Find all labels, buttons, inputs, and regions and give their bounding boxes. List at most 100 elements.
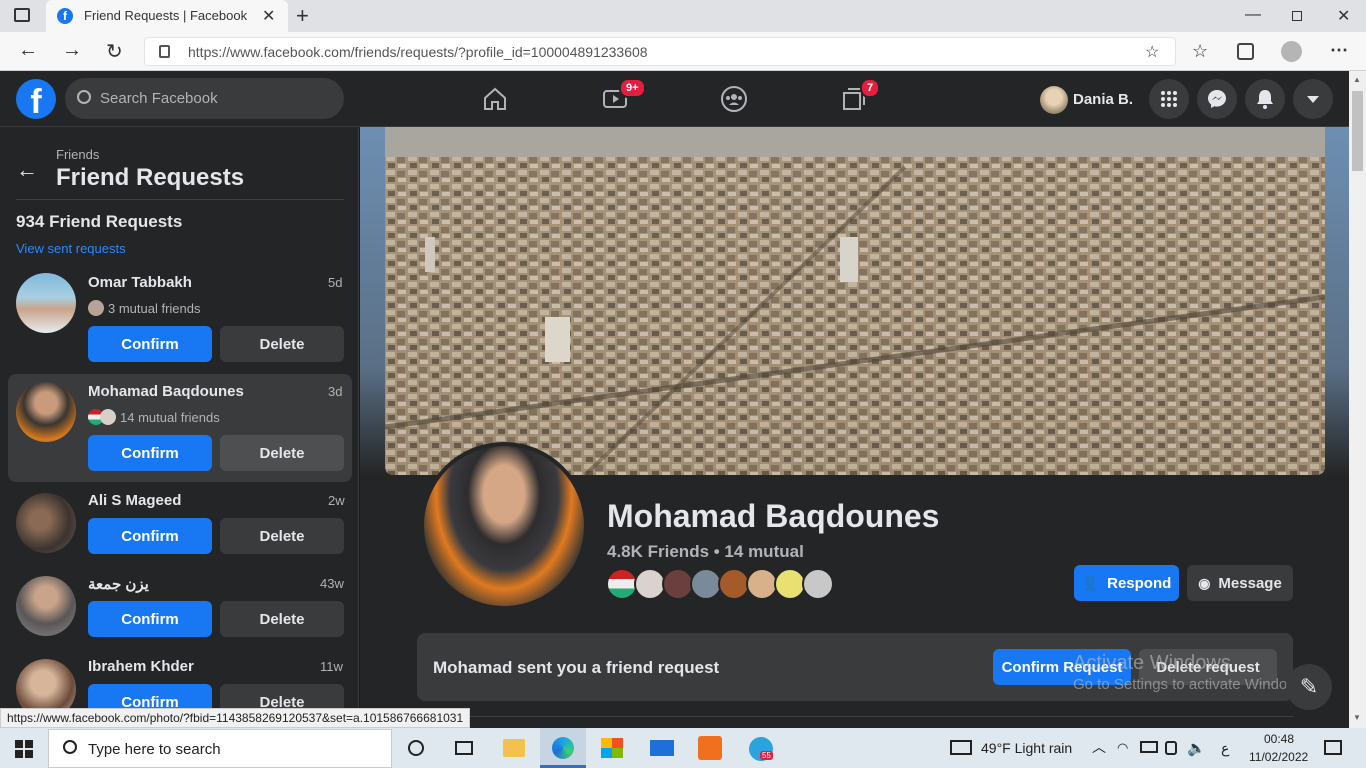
respond-button[interactable]: 👤 Respond bbox=[1074, 565, 1179, 601]
store-icon[interactable] bbox=[601, 738, 623, 758]
delete-button[interactable]: Delete bbox=[220, 684, 344, 710]
favorites-icon[interactable]: ☆ bbox=[1192, 41, 1208, 62]
confirm-button[interactable]: Confirm bbox=[88, 326, 212, 362]
profile-picture[interactable] bbox=[420, 442, 588, 610]
request-item[interactable]: Omar Tabbakh 5d 3 mutual friends Confirm… bbox=[8, 265, 352, 373]
weather-icon[interactable] bbox=[950, 740, 972, 755]
request-avatar[interactable] bbox=[16, 576, 76, 636]
windows-start-icon[interactable] bbox=[15, 740, 33, 758]
back-icon[interactable]: ← bbox=[18, 39, 38, 62]
scrollbar[interactable]: ▲ ▼ bbox=[1349, 71, 1366, 728]
request-name[interactable]: Omar Tabbakh bbox=[88, 274, 192, 291]
request-item-selected[interactable]: Mohamad Baqdounes 3d 14 mutual friends C… bbox=[8, 374, 352, 482]
request-name[interactable]: Ibrahem Khder bbox=[88, 658, 194, 675]
cover-photo[interactable] bbox=[385, 127, 1325, 475]
mutual-friends[interactable]: 3 mutual friends bbox=[108, 301, 201, 316]
message-button[interactable]: ◉ Message bbox=[1187, 565, 1293, 601]
profile-name: Mohamad Baqdounes bbox=[607, 498, 940, 534]
clock-time[interactable]: 00:48 bbox=[1264, 732, 1294, 746]
refresh-icon[interactable]: ↻ bbox=[106, 39, 123, 64]
messenger-button[interactable] bbox=[1197, 79, 1237, 119]
account-button[interactable] bbox=[1293, 79, 1333, 119]
profile-shortcut[interactable]: Dania B. bbox=[1036, 82, 1140, 118]
address-bar[interactable]: https://www.facebook.com/friends/request… bbox=[144, 37, 1176, 66]
grid-menu-icon bbox=[1161, 91, 1177, 107]
tab-title: Friend Requests | Facebook bbox=[84, 8, 248, 23]
speaker-icon[interactable]: 🔈 bbox=[1187, 739, 1206, 757]
mutual-friends[interactable]: 14 mutual friends bbox=[120, 410, 220, 425]
request-item[interactable]: Ibrahem Khder 11w Confirm Delete bbox=[8, 649, 352, 710]
file-explorer-icon[interactable] bbox=[503, 739, 525, 757]
activate-windows-title: Activate Windows bbox=[1073, 652, 1231, 674]
city-cover-image bbox=[385, 127, 1325, 475]
favorite-star-icon[interactable]: ☆ bbox=[1145, 42, 1159, 62]
task-view-icon[interactable] bbox=[455, 741, 473, 755]
search-placeholder: Search Facebook bbox=[100, 90, 218, 107]
device-icon[interactable] bbox=[1165, 741, 1177, 755]
facebook-logo-icon[interactable]: f bbox=[16, 79, 56, 121]
delete-button[interactable]: Delete bbox=[220, 435, 344, 471]
tab-actions-icon[interactable] bbox=[14, 8, 30, 22]
view-sent-requests-link[interactable]: View sent requests bbox=[16, 241, 126, 256]
delete-button[interactable]: Delete bbox=[220, 326, 344, 362]
request-avatar[interactable] bbox=[16, 382, 76, 442]
delete-button[interactable]: Delete bbox=[220, 518, 344, 554]
browser-tab[interactable]: f Friend Requests | Facebook ✕ bbox=[46, 0, 288, 32]
mail-icon[interactable] bbox=[650, 740, 674, 756]
confirm-button[interactable]: Confirm bbox=[88, 518, 212, 554]
forward-icon[interactable]: → bbox=[62, 39, 82, 62]
cortana-icon[interactable] bbox=[408, 740, 424, 756]
request-name[interactable]: يزن جمعة bbox=[88, 575, 149, 593]
wifi-icon[interactable]: ◠ bbox=[1117, 740, 1128, 756]
gaming-badge: 7 bbox=[860, 78, 881, 98]
request-avatar[interactable] bbox=[16, 659, 76, 710]
request-avatar[interactable] bbox=[16, 273, 76, 333]
mutual-friend-avatar bbox=[100, 409, 116, 425]
more-icon[interactable]: ⋯ bbox=[1330, 40, 1348, 61]
delete-button[interactable]: Delete bbox=[220, 601, 344, 637]
confirm-button[interactable]: Confirm bbox=[88, 684, 212, 710]
request-name[interactable]: Mohamad Baqdounes bbox=[88, 383, 244, 400]
request-name[interactable]: Ali S Mageed bbox=[88, 492, 181, 509]
scroll-up-icon[interactable]: ▲ bbox=[1353, 75, 1361, 84]
scroll-thumb[interactable] bbox=[1352, 91, 1363, 171]
confirm-button[interactable]: Confirm bbox=[88, 435, 212, 471]
breadcrumb[interactable]: Friends bbox=[56, 147, 99, 162]
confirm-button[interactable]: Confirm bbox=[88, 601, 212, 637]
request-item[interactable]: Ali S Mageed 2w Confirm Delete bbox=[8, 483, 352, 565]
profile-icon[interactable] bbox=[1281, 41, 1302, 62]
search-icon bbox=[77, 90, 91, 104]
new-tab-icon[interactable]: + bbox=[296, 3, 309, 29]
close-tab-icon[interactable]: ✕ bbox=[262, 6, 275, 26]
menu-button[interactable] bbox=[1149, 79, 1189, 119]
scroll-down-icon[interactable]: ▼ bbox=[1353, 713, 1361, 722]
groups-icon[interactable] bbox=[720, 85, 748, 113]
request-avatar[interactable] bbox=[16, 493, 76, 553]
friends-stats[interactable]: 4.8K Friends • 14 mutual bbox=[607, 542, 804, 562]
language-indicator[interactable]: ع bbox=[1221, 740, 1229, 757]
taskbar-search-placeholder: Type here to search bbox=[88, 741, 221, 758]
mutual-friends-avatars[interactable] bbox=[606, 568, 838, 602]
battery-icon[interactable] bbox=[1140, 741, 1158, 753]
taskbar-search[interactable]: Type here to search bbox=[48, 729, 392, 768]
back-arrow-icon[interactable]: ← bbox=[16, 157, 38, 183]
user-name: Dania B. bbox=[1073, 91, 1134, 108]
mutual-friend-avatar bbox=[88, 300, 104, 316]
request-item[interactable]: يزن جمعة 43w Confirm Delete bbox=[8, 566, 352, 648]
pdf-app-icon[interactable] bbox=[698, 736, 722, 760]
close-window-icon[interactable]: ✕ bbox=[1337, 6, 1350, 26]
mutual-friend-avatar[interactable] bbox=[802, 568, 834, 600]
notification-center-icon[interactable] bbox=[1324, 740, 1342, 755]
minimize-icon[interactable]: — bbox=[1245, 6, 1261, 24]
search-input[interactable]: Search Facebook bbox=[65, 78, 344, 119]
home-icon[interactable] bbox=[482, 86, 508, 112]
collections-icon[interactable] bbox=[1237, 43, 1254, 60]
notifications-button[interactable] bbox=[1245, 79, 1285, 119]
bell-icon bbox=[1257, 90, 1273, 109]
clock-date[interactable]: 11/02/2022 bbox=[1249, 750, 1308, 764]
chevron-up-icon[interactable]: ︿ bbox=[1092, 737, 1106, 757]
edge-taskbar-button[interactable] bbox=[540, 728, 586, 768]
restore-icon[interactable] bbox=[1292, 11, 1302, 21]
new-message-icon[interactable]: ✎ bbox=[1286, 664, 1332, 710]
weather-text[interactable]: 49°F Light rain bbox=[981, 740, 1072, 756]
